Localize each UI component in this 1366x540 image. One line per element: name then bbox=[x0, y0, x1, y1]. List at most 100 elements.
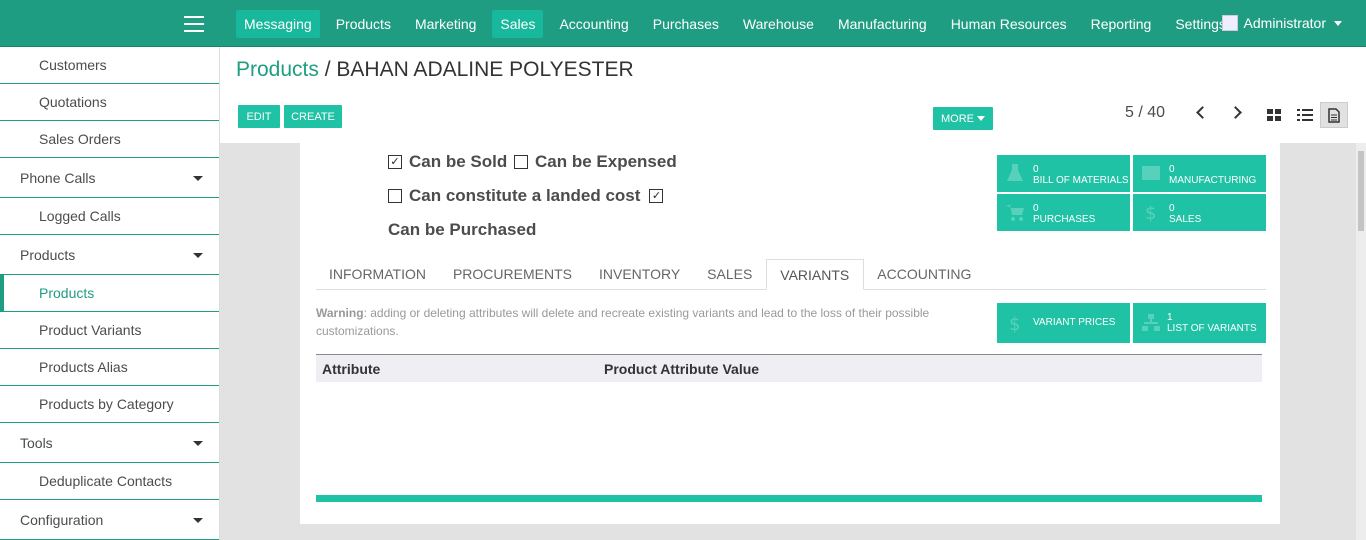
sidebar-item-label: Quotations bbox=[39, 94, 107, 110]
stat-count: 0 bbox=[1169, 164, 1175, 175]
sidebar-item-customers[interactable]: Customers bbox=[0, 47, 219, 84]
sidebar-item-label: Configuration bbox=[20, 511, 104, 528]
variant-prices-button[interactable]: $ VARIANT PRICES bbox=[997, 303, 1130, 343]
tab-accounting[interactable]: ACCOUNTING bbox=[864, 259, 985, 290]
sidebar-item-label: Logged Calls bbox=[39, 208, 121, 224]
breadcrumb-link-products[interactable]: Products bbox=[236, 58, 319, 81]
menu-marketing[interactable]: Marketing bbox=[407, 10, 484, 38]
column-attribute[interactable]: Attribute bbox=[322, 361, 380, 377]
can-be-expensed-label: Can be Expensed bbox=[535, 152, 677, 171]
app-menu-icon[interactable] bbox=[184, 16, 204, 32]
sidebar-item-label: Sales Orders bbox=[39, 131, 121, 147]
form-view-icon[interactable] bbox=[1320, 102, 1348, 128]
chevron-left-icon[interactable] bbox=[1196, 106, 1209, 119]
menu-messaging[interactable]: Messaging bbox=[236, 9, 320, 38]
stat-label: BILL OF MATERIALS bbox=[1033, 175, 1129, 186]
sidebar-group-phone-calls[interactable]: Phone Calls bbox=[0, 158, 219, 198]
stat-label: MANUFACTURING bbox=[1169, 175, 1257, 186]
sitemap-icon bbox=[1142, 314, 1160, 331]
scrollbar-thumb[interactable] bbox=[1358, 151, 1364, 231]
variants-warning: Warning: adding or deleting attributes w… bbox=[316, 304, 956, 340]
menu-human-resources[interactable]: Human Resources bbox=[943, 10, 1075, 38]
tab-information[interactable]: INFORMATION bbox=[316, 259, 440, 290]
sidebar-item-label: Products bbox=[39, 285, 95, 301]
menu-sales[interactable]: Sales bbox=[492, 9, 544, 38]
menu-reporting[interactable]: Reporting bbox=[1083, 10, 1160, 38]
can-be-expensed-checkbox[interactable] bbox=[514, 155, 528, 169]
pager-value[interactable]: 5 / 40 bbox=[1125, 104, 1165, 122]
stat-count: 1 bbox=[1167, 312, 1173, 323]
sidebar: Customers Quotations Sales Orders Phone … bbox=[0, 47, 220, 540]
menu-purchases[interactable]: Purchases bbox=[645, 10, 727, 38]
sidebar-item-label: Tools bbox=[20, 434, 53, 451]
can-be-purchased-label: Can be Purchased bbox=[388, 220, 537, 239]
top-navbar: Messaging Products Marketing Sales Accou… bbox=[0, 0, 1366, 47]
sales-button[interactable]: $ 0 SALES bbox=[1133, 194, 1266, 231]
sidebar-item-logged-calls[interactable]: Logged Calls bbox=[0, 198, 219, 235]
sidebar-item-label: Phone Calls bbox=[20, 169, 96, 186]
control-panel: Products / BAHAN ADALINE POLYESTER EDIT … bbox=[220, 47, 1366, 143]
can-be-sold-label: Can be Sold bbox=[409, 152, 508, 171]
tab-procurements[interactable]: PROCUREMENTS bbox=[440, 259, 586, 290]
sidebar-item-products-alias[interactable]: Products Alias bbox=[0, 349, 219, 386]
menu-products[interactable]: Products bbox=[328, 10, 399, 38]
list-of-variants-button[interactable]: 1 LIST OF VARIANTS bbox=[1133, 303, 1266, 343]
manufacturing-button[interactable]: 0 MANUFACTURING bbox=[1133, 155, 1266, 192]
sidebar-item-label: Deduplicate Contacts bbox=[39, 473, 173, 489]
more-button[interactable]: MORE bbox=[933, 107, 993, 130]
sidebar-item-products-by-category[interactable]: Products by Category bbox=[0, 386, 219, 423]
sidebar-item-label: Products Alias bbox=[39, 359, 128, 375]
sidebar-item-label: Product Variants bbox=[39, 322, 142, 338]
kanban-view-icon[interactable] bbox=[1260, 102, 1288, 128]
create-button[interactable]: CREATE bbox=[284, 105, 342, 128]
dollar-icon: $ bbox=[1009, 314, 1020, 333]
purchases-button[interactable]: 0 PURCHASES bbox=[997, 194, 1130, 231]
sidebar-item-products[interactable]: Products bbox=[0, 275, 219, 312]
shopping-cart-icon bbox=[1006, 205, 1024, 221]
tab-inventory[interactable]: INVENTORY bbox=[586, 259, 694, 290]
bill-of-materials-button[interactable]: 0 BILL OF MATERIALS bbox=[997, 155, 1130, 192]
can-be-purchased-checkbox[interactable] bbox=[649, 189, 664, 203]
caret-down-icon bbox=[193, 517, 203, 523]
sale-ok-field: Can be Sold bbox=[388, 152, 507, 172]
chevron-down-icon bbox=[1334, 20, 1342, 26]
stat-count: 0 bbox=[1169, 203, 1175, 214]
scrollbar[interactable] bbox=[1356, 143, 1366, 540]
sidebar-item-deduplicate-contacts[interactable]: Deduplicate Contacts bbox=[0, 463, 219, 500]
sidebar-item-product-variants[interactable]: Product Variants bbox=[0, 312, 219, 349]
list-view-icon[interactable] bbox=[1291, 102, 1319, 128]
breadcrumb-current: BAHAN ADALINE POLYESTER bbox=[336, 58, 634, 81]
landed-cost-checkbox[interactable] bbox=[388, 189, 402, 203]
flask-icon bbox=[1007, 164, 1023, 181]
menu-warehouse[interactable]: Warehouse bbox=[735, 10, 822, 38]
avatar bbox=[1221, 15, 1238, 31]
sidebar-group-tools[interactable]: Tools bbox=[0, 423, 219, 463]
stat-count: 0 bbox=[1033, 203, 1039, 214]
menu-accounting[interactable]: Accounting bbox=[551, 10, 636, 38]
attribute-table-header: Attribute Product Attribute Value bbox=[316, 354, 1262, 382]
breadcrumb-separator: / bbox=[324, 58, 331, 81]
sidebar-item-quotations[interactable]: Quotations bbox=[0, 84, 219, 121]
can-be-sold-checkbox[interactable] bbox=[388, 155, 402, 169]
chevron-right-icon[interactable] bbox=[1229, 106, 1242, 119]
tab-sales[interactable]: SALES bbox=[694, 259, 766, 290]
column-attribute-value[interactable]: Product Attribute Value bbox=[604, 361, 759, 377]
table-footer-bar bbox=[316, 495, 1262, 502]
sidebar-group-products[interactable]: Products bbox=[0, 235, 219, 275]
landed-cost-field: Can constitute a landed cost bbox=[388, 186, 670, 206]
sidebar-item-sales-orders[interactable]: Sales Orders bbox=[0, 121, 219, 158]
stat-label: LIST OF VARIANTS bbox=[1167, 323, 1257, 334]
sidebar-item-label: Products bbox=[20, 246, 76, 263]
edit-button[interactable]: EDIT bbox=[238, 105, 280, 128]
sidebar-group-configuration[interactable]: Configuration bbox=[0, 500, 219, 540]
tab-variants[interactable]: VARIANTS bbox=[766, 259, 865, 290]
user-menu[interactable]: Administrator bbox=[1221, 15, 1342, 31]
svg-text:$: $ bbox=[1009, 314, 1020, 333]
stat-label: PURCHASES bbox=[1033, 214, 1096, 225]
caret-down-icon bbox=[193, 252, 203, 258]
menu-manufacturing[interactable]: Manufacturing bbox=[830, 10, 935, 38]
landed-cost-label: Can constitute a landed cost bbox=[409, 186, 641, 205]
can-be-expensed-field: Can be Expensed bbox=[514, 152, 677, 172]
dollar-icon: $ bbox=[1145, 203, 1156, 222]
caret-down-icon bbox=[193, 175, 203, 181]
